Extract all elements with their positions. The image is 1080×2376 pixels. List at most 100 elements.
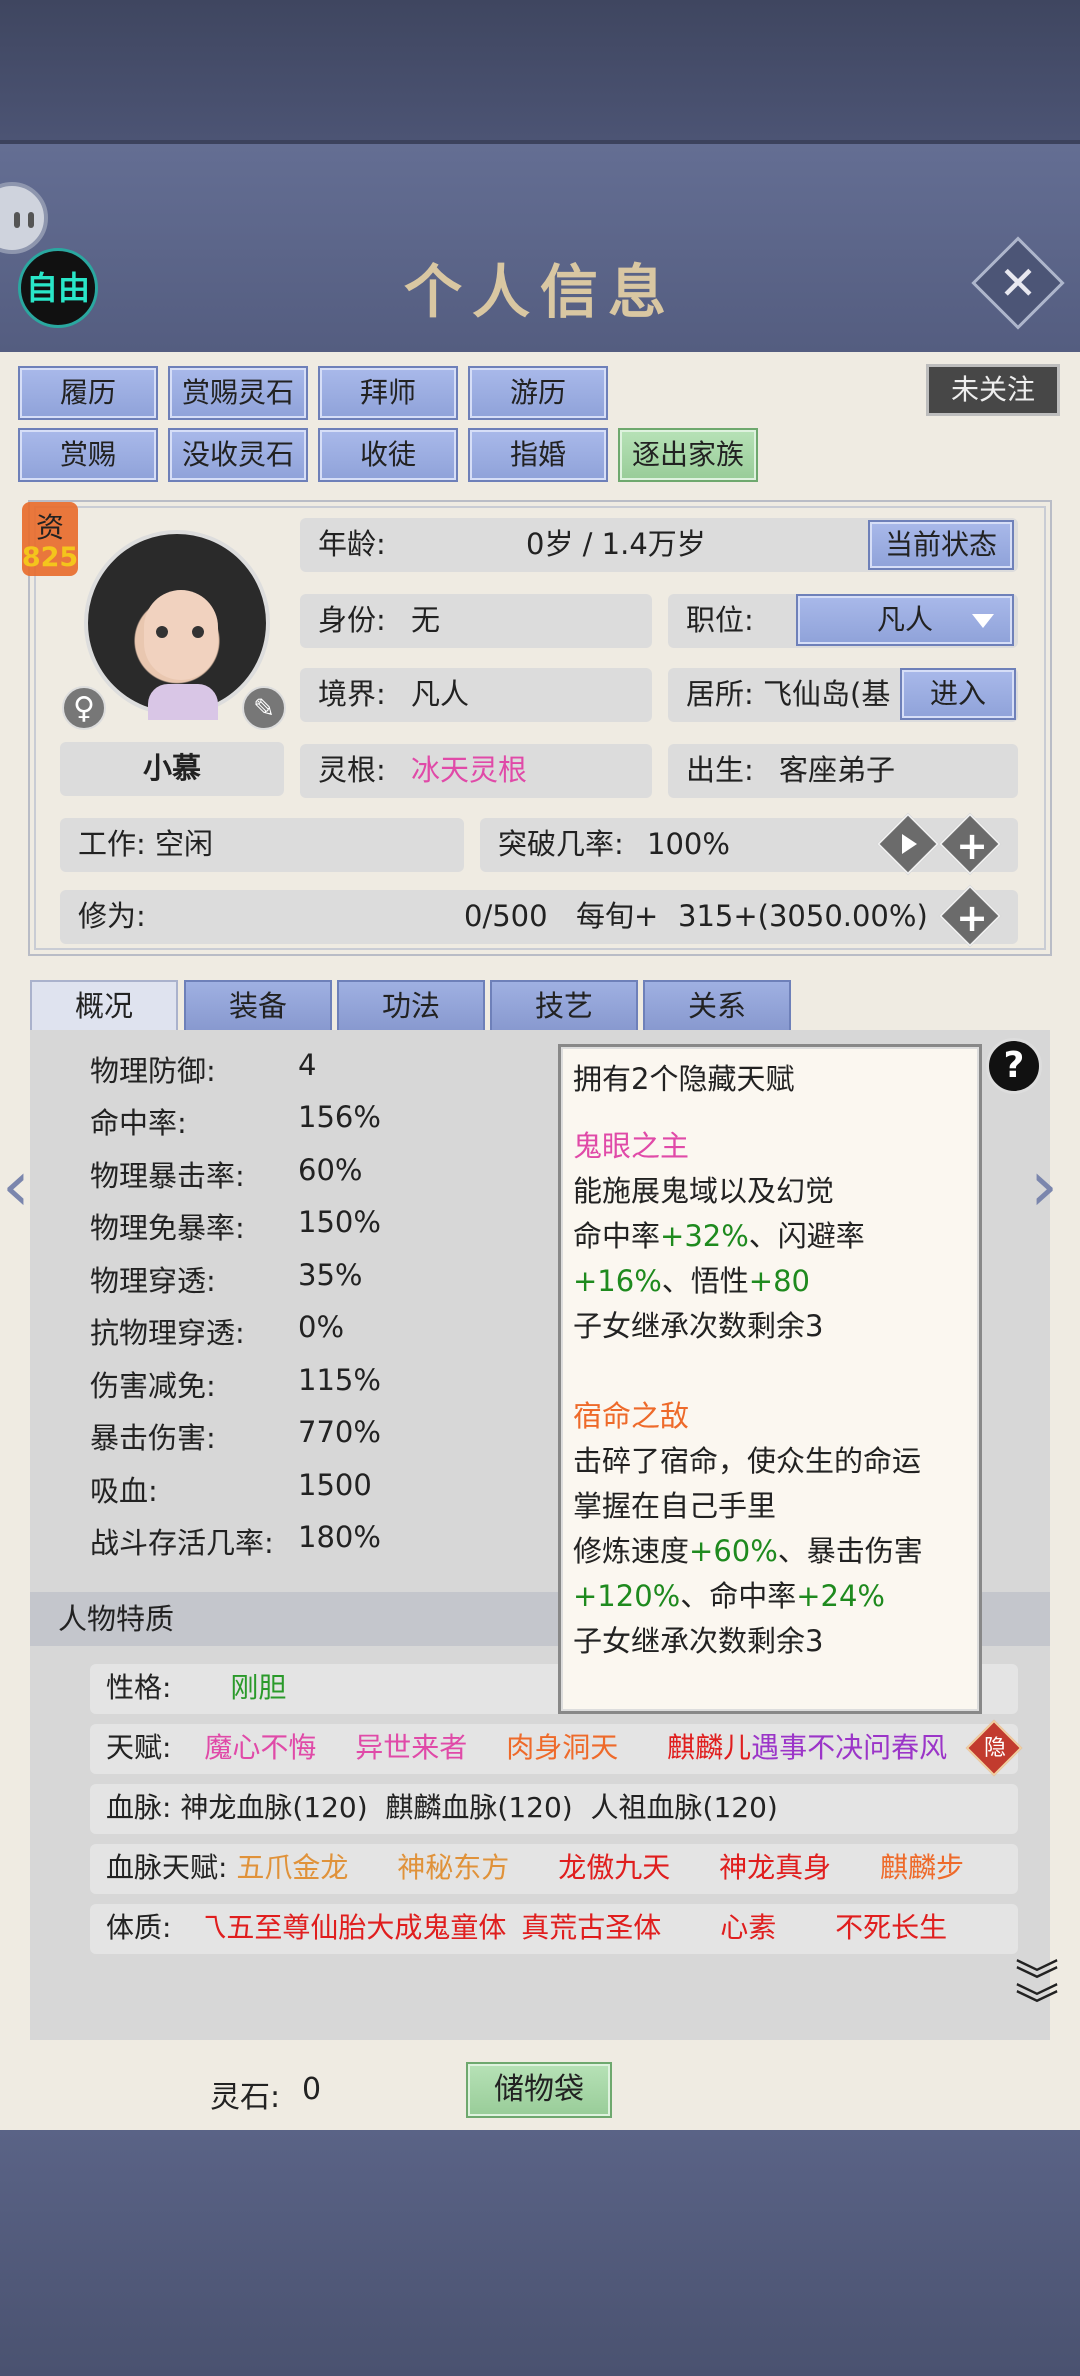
bottom-background <box>0 2130 1080 2376</box>
work-field: 工作: 空闲 <box>60 818 464 872</box>
talent-tag[interactable]: 麒麟儿 <box>667 1731 751 1764</box>
current-status-button[interactable]: 当前状态 <box>868 520 1014 570</box>
play-icon <box>902 834 917 854</box>
work-value: 空闲 <box>155 827 214 861</box>
physique-tag[interactable]: 不死长生 <box>835 1911 947 1944</box>
free-badge[interactable]: 自由 <box>18 248 98 328</box>
talent-effect: +120%、命中率+24% <box>573 1579 885 1613</box>
bloodline-talent-tag[interactable]: 麒麟步 <box>880 1851 964 1884</box>
position-dropdown[interactable]: 凡人 <box>796 594 1014 646</box>
birth-field: 出生: 客座弟子 <box>668 744 1018 798</box>
residence-label: 居所: <box>686 677 754 711</box>
stat-row: 伤害减免: 115% <box>90 1363 381 1403</box>
take-master-button[interactable]: 拜师 <box>318 366 458 420</box>
physique-tag[interactable]: 心素 <box>720 1911 776 1944</box>
bloodline-talent-row: 血脉天赋: 五爪金龙 神秘东方 龙傲九天 神龙真身 麒麟步 <box>90 1844 1018 1894</box>
personality-label: 性格: <box>106 1671 172 1704</box>
breakthrough-label: 突破几率: <box>498 827 624 861</box>
tab-techniques[interactable]: 功法 <box>337 980 485 1032</box>
plus-icon: + <box>956 824 988 868</box>
popup-header: 拥有2个隐藏天赋 <box>573 1062 795 1096</box>
talent-tag[interactable]: 肉身洞天 <box>506 1731 618 1764</box>
bloodline-talent-tag[interactable]: 五爪金龙 <box>236 1851 348 1884</box>
female-gender-icon: ♀ <box>62 686 106 730</box>
tab-overview[interactable]: 概况 <box>30 980 178 1032</box>
position-value: 凡人 <box>876 603 933 636</box>
spirit-stone-label: 灵石: <box>210 2080 281 2115</box>
age-label: 年龄: <box>318 527 386 561</box>
physique-tag[interactable]: 真荒古圣体 <box>521 1911 661 1944</box>
arrange-marriage-button[interactable]: 指婚 <box>468 428 608 482</box>
talent-name: 鬼眼之主 <box>573 1129 690 1163</box>
physique-label: 体质: <box>106 1911 172 1944</box>
spirit-root-field: 灵根: 冰天灵根 <box>300 744 652 798</box>
cultivation-label: 修为: <box>78 899 146 933</box>
close-icon: ✕ <box>998 256 1038 310</box>
bloodline-row: 血脉: 神龙血脉(120) 麒麟血脉(120) 人祖血脉(120) <box>90 1784 1018 1834</box>
resume-button[interactable]: 履历 <box>18 366 158 420</box>
reward-stones-button[interactable]: 赏赐灵石 <box>168 366 308 420</box>
confiscate-stones-button[interactable]: 没收灵石 <box>168 428 308 482</box>
next-arrow-icon[interactable]: › <box>1030 1150 1080 1222</box>
work-label: 工作: <box>78 827 146 861</box>
prev-arrow-icon[interactable]: ‹ <box>2 1150 52 1222</box>
bloodline-talent-label: 血脉天赋: <box>106 1851 228 1884</box>
spirit-root-label: 灵根: <box>318 753 386 787</box>
stat-row: 吸血: 1500 <box>90 1468 372 1508</box>
aptitude-label: 资 <box>35 511 64 544</box>
physique-tag[interactable]: 乁五至尊仙胎大成鬼童体 <box>198 1911 506 1944</box>
stat-row: 物理免暴率: 150% <box>90 1205 381 1245</box>
tab-equipment[interactable]: 装备 <box>184 980 332 1032</box>
edit-pencil-icon[interactable]: ✎ <box>242 686 286 730</box>
realm-value: 凡人 <box>411 677 470 711</box>
aptitude-value: 825 <box>21 542 79 573</box>
avatar[interactable] <box>84 530 270 720</box>
expel-family-button[interactable]: 逐出家族 <box>618 428 758 482</box>
bloodline-talent-tag[interactable]: 龙傲九天 <box>558 1851 670 1884</box>
identity-field: 身份: 无 <box>300 594 652 648</box>
personality-value: 刚胆 <box>230 1671 287 1704</box>
breakthrough-value: 100% <box>647 827 730 861</box>
physique-row: 体质: 乁五至尊仙胎大成鬼童体 真荒古圣体 心素 不死长生 <box>90 1904 1018 1954</box>
cultivation-field: 修为: 0/500 每旬+ 315+(3050.00%) <box>60 890 1018 944</box>
tab-skills[interactable]: 技艺 <box>490 980 638 1032</box>
birth-value: 客座弟子 <box>779 753 896 787</box>
tab-relations[interactable]: 关系 <box>643 980 791 1032</box>
talent-label: 天赋: <box>106 1731 172 1764</box>
expand-down-icon[interactable]: ︾ ︾ <box>1012 1960 1062 2040</box>
talent-description: 掌握在自己手里 <box>573 1489 777 1523</box>
talent-tag[interactable]: 魔心不悔 <box>204 1731 316 1764</box>
talent-description: 能施展鬼域以及幻觉 <box>573 1174 835 1208</box>
bloodline-talent-tag[interactable]: 神龙真身 <box>719 1851 831 1884</box>
realm-label: 境界: <box>318 677 386 711</box>
talent-effect: 修炼速度+60%、暴击伤害 <box>573 1534 923 1568</box>
residence-value: 飞仙岛(基 <box>763 677 891 711</box>
reward-button[interactable]: 赏赐 <box>18 428 158 482</box>
talent-effect: +16%、悟性+80 <box>573 1264 810 1298</box>
identity-value: 无 <box>411 603 441 637</box>
take-disciple-button[interactable]: 收徒 <box>318 428 458 482</box>
identity-label: 身份: <box>318 603 386 637</box>
position-label: 职位: <box>686 603 754 637</box>
travel-button[interactable]: 游历 <box>468 366 608 420</box>
talent-row: 天赋: 魔心不悔 异世来者 肉身洞天 麒麟儿遇事不决问春风 <box>90 1724 1018 1774</box>
storage-bag-button[interactable]: 储物袋 <box>466 2062 612 2118</box>
per-round-label: 每旬+ <box>576 899 659 933</box>
realm-field: 境界: 凡人 <box>300 668 652 722</box>
stat-row: 战斗存活几率: 180% <box>90 1520 381 1560</box>
cultivation-value: 0/500 <box>464 899 548 933</box>
talent-inherit: 子女继承次数剩余3 <box>573 1624 824 1658</box>
talent-tag[interactable]: 异世来者 <box>355 1731 467 1764</box>
character-name: 小慕 <box>60 742 284 796</box>
stat-row: 物理防御: 4 <box>90 1048 317 1088</box>
age-value: 0岁 / 1.4万岁 <box>526 527 706 561</box>
help-icon[interactable]: ? <box>986 1038 1042 1094</box>
birth-label: 出生: <box>686 753 754 787</box>
stat-row: 抗物理穿透: 0% <box>90 1310 345 1350</box>
talent-tag[interactable]: 遇事不决问春风 <box>751 1731 947 1764</box>
follow-button[interactable]: 未关注 <box>926 364 1060 416</box>
stat-row: 物理暴击率: 60% <box>90 1153 363 1193</box>
stat-row: 暴击伤害: 770% <box>90 1415 381 1455</box>
enter-button[interactable]: 进入 <box>900 668 1016 720</box>
bloodline-talent-tag[interactable]: 神秘东方 <box>397 1851 509 1884</box>
